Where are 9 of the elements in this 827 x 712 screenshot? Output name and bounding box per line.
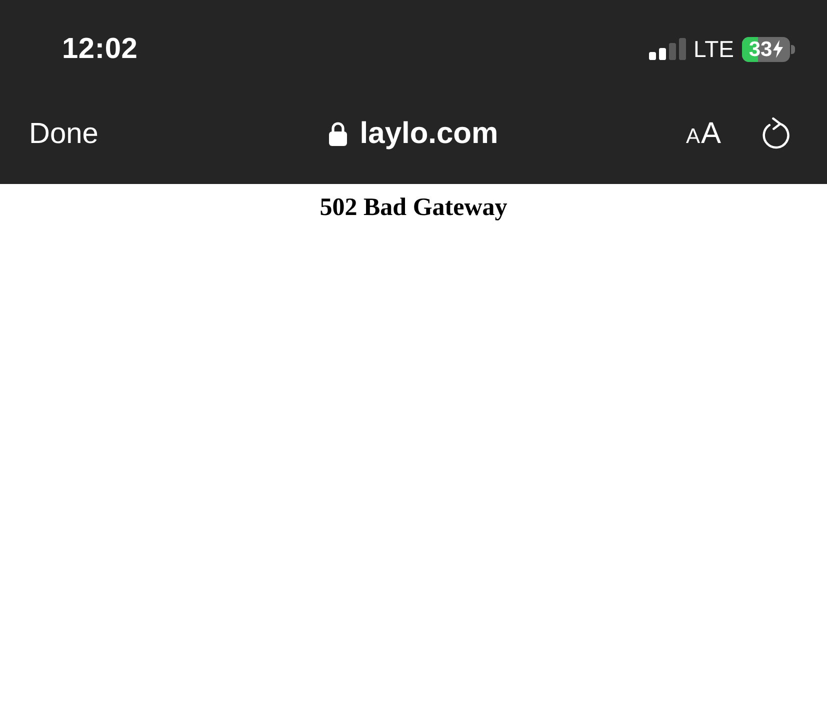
signal-bars-icon	[648, 38, 687, 60]
status-time: 12:02	[62, 32, 138, 66]
reload-button[interactable]	[761, 117, 791, 151]
done-button[interactable]: Done	[29, 118, 98, 150]
address-domain[interactable]: laylo.com	[360, 117, 498, 151]
text-size-button[interactable]: AA	[686, 119, 721, 149]
network-type: LTE	[694, 36, 734, 62]
reload-icon	[761, 117, 791, 151]
error-heading: 502 Bad Gateway	[320, 194, 508, 222]
